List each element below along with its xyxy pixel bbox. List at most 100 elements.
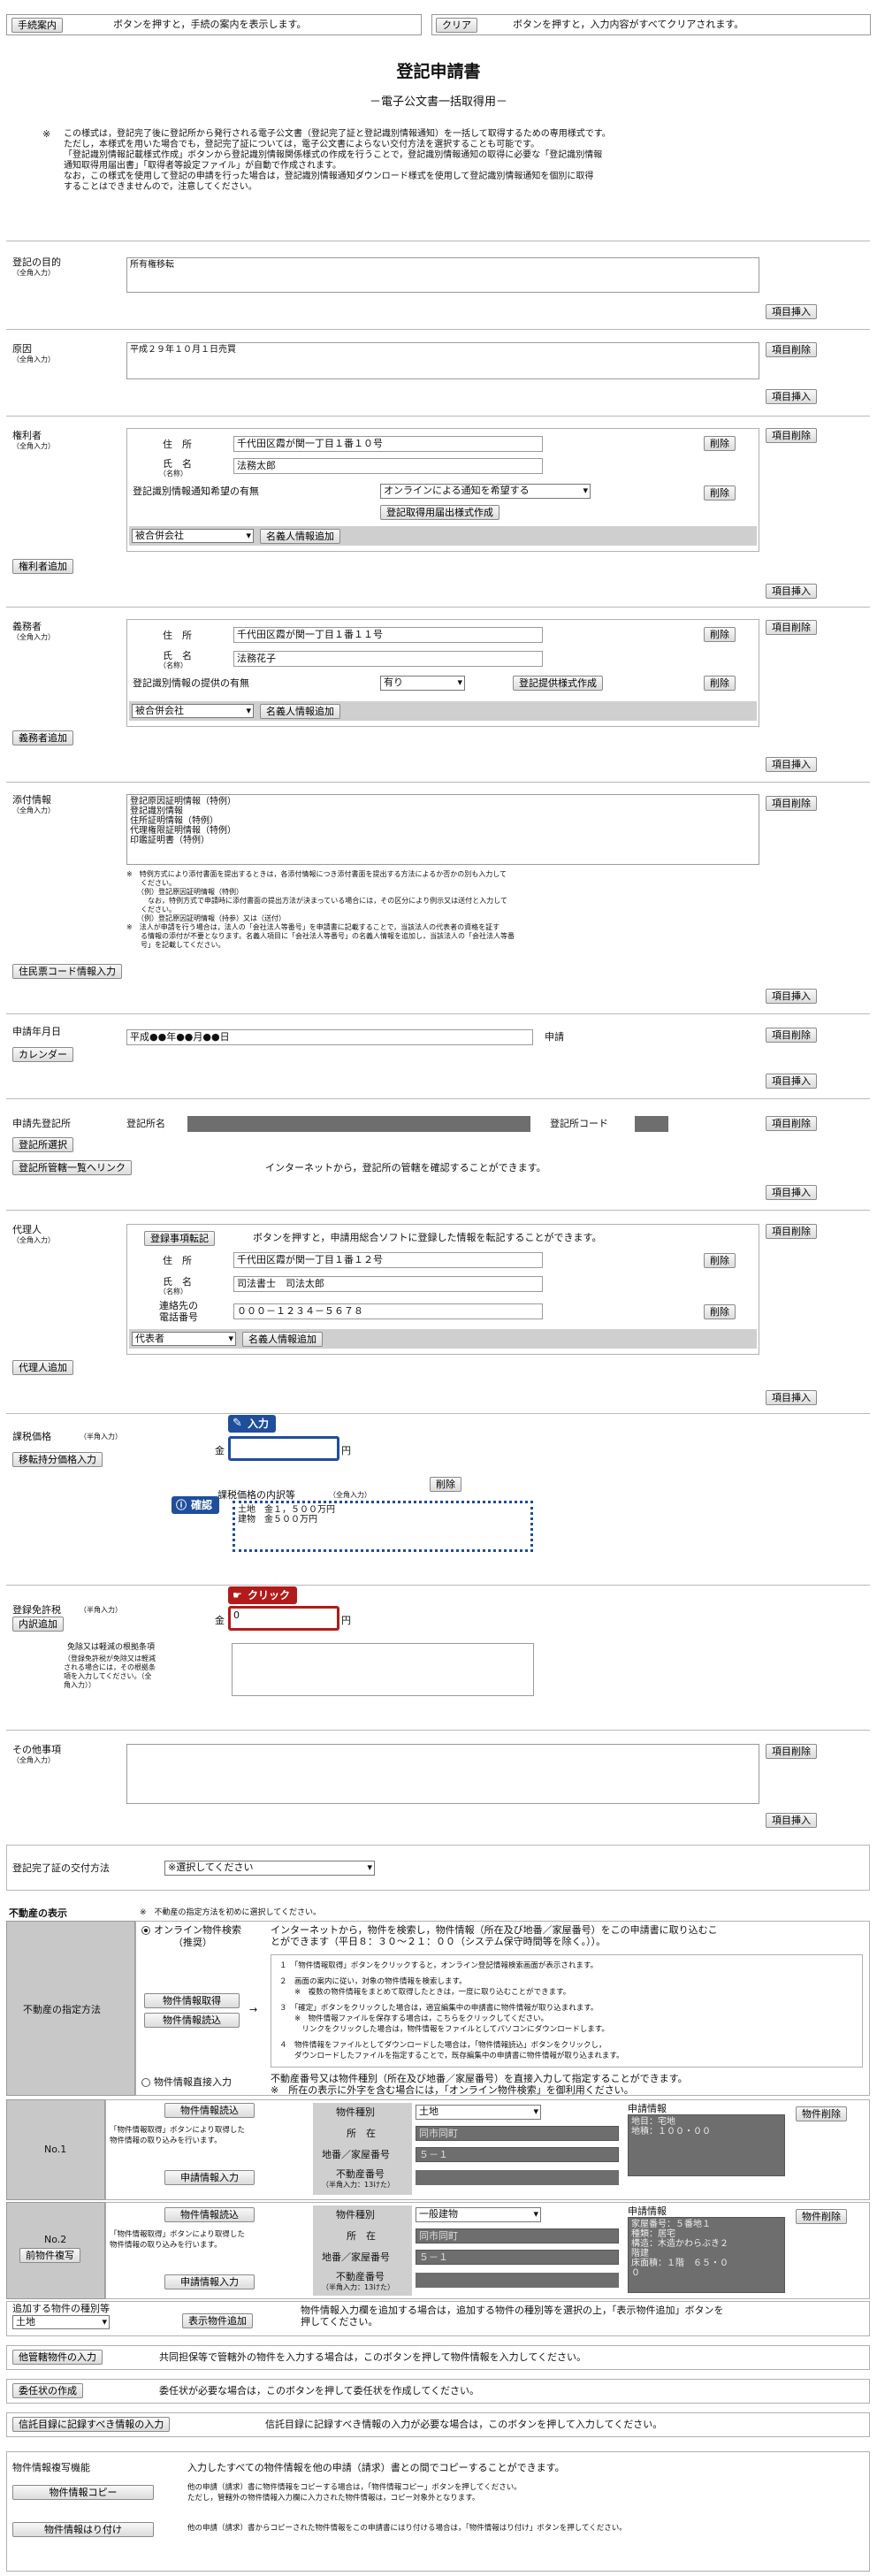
notice-label: 登記識別情報通知希望の有無 [133,485,259,497]
form-create-button[interactable]: 登記提供様式作成 [513,676,603,691]
purpose-textarea[interactable]: 所有権移転 [126,257,759,293]
item-insert-button[interactable]: 項目挿入 [766,304,817,319]
agent-label: 代理人 [12,1224,42,1235]
section-divider [6,1013,870,1014]
item-delete-button[interactable]: 項目削除 [766,1028,817,1043]
notice-select[interactable]: オンラインによる通知を希望する [380,484,591,499]
agent-add-button[interactable]: 代理人追加 [12,1360,73,1375]
delete-button[interactable]: 削除 [430,1477,461,1492]
license-basis-textarea[interactable] [232,1643,534,1696]
delete-button[interactable]: 削除 [704,1304,736,1319]
resident-code-button[interactable]: 住民票コード情報入力 [12,964,122,979]
tel-label: 連絡先の [159,1300,198,1311]
item-insert-button[interactable]: 項目挿入 [766,1074,817,1089]
paste-button[interactable]: 物件情報はり付け [12,2522,154,2537]
item-insert-button[interactable]: 項目挿入 [766,1813,817,1828]
form-create-button[interactable]: 登記取得用届出様式作成 [380,505,500,520]
kind-select[interactable]: 一般建物 [416,2207,541,2222]
obligor-name-input[interactable]: 法務花子 [233,651,543,667]
attachments-textarea[interactable]: 登記原因証明情報（特例） 登記識別情報 住所証明情報（特例） 代理権限証明情報（… [126,794,759,865]
radio-direct[interactable] [141,2078,150,2087]
copy-button[interactable]: 物件情報コピー [12,2485,154,2500]
office-link-button[interactable]: 登記所管轄一覧へリンク [12,1160,132,1175]
tax-value-input[interactable] [228,1436,339,1461]
item-delete-button[interactable]: 項目削除 [766,796,817,811]
date-input[interactable]: 平成●●年●●月●●日 [126,1029,533,1045]
tax-transfer-button[interactable]: 移転持分価格入力 [12,1452,103,1467]
proxy-button[interactable]: 委任状の作成 [12,2383,83,2398]
rightholder-address-input[interactable]: 千代田区霞が関一丁目１番１０号 [233,436,543,452]
load-note: 物件情報の取り込みを行います。 [110,2241,222,2250]
attachments-label: 添付情報 [12,794,51,806]
rightholder-name-input[interactable]: 法務太郎 [233,458,543,474]
rep-select[interactable]: 代表者 [132,1332,236,1346]
obligor-address-input[interactable]: 千代田区霞が関一丁目１番１１号 [233,627,543,643]
guide-text: ボタンを押すと，手続の案内を表示します。 [113,19,307,30]
item-insert-button[interactable]: 項目挿入 [766,584,817,599]
item-insert-button[interactable]: 項目挿入 [766,1390,817,1405]
nominee-add-button[interactable]: 名義人情報追加 [260,529,340,544]
add-kind-select[interactable]: 土地 [12,2315,110,2329]
obligor-add-button[interactable]: 義務者追加 [12,730,73,745]
property-load-button[interactable]: 物件情報読込 [164,2103,255,2118]
item-delete-button[interactable]: 項目削除 [766,428,817,443]
app-info-button[interactable]: 申請情報入力 [164,2170,255,2185]
provide-select[interactable]: 有り [380,676,465,691]
item-insert-button[interactable]: 項目挿入 [766,757,817,772]
merge-select[interactable]: 被合併会社 [132,529,254,543]
radio-online[interactable] [141,1926,150,1935]
item-delete-button[interactable]: 項目削除 [766,342,817,357]
clear-text: ボタンを押すと，入力内容がすべてクリアされます。 [513,19,744,30]
item-insert-button[interactable]: 項目挿入 [766,1185,817,1200]
yen-prefix: 金 [215,1445,225,1456]
item-insert-button[interactable]: 項目挿入 [766,989,817,1004]
agent-address-input[interactable]: 千代田区霞が関一丁目１番１２号 [233,1252,543,1268]
property-delete-button[interactable]: 物件削除 [796,2209,847,2224]
delete-button[interactable]: 削除 [704,485,736,501]
item-delete-button[interactable]: 項目削除 [766,1224,817,1239]
tax-detail-label: 課税価格の内訳等 [217,1489,295,1501]
kind-select[interactable]: 土地 [416,2105,541,2120]
license-value-input[interactable]: 0 [228,1606,339,1631]
delete-button[interactable]: 削除 [704,627,736,642]
item-delete-button[interactable]: 項目削除 [766,620,817,635]
delete-button[interactable]: 削除 [704,1253,736,1268]
address-label: 住 所 [163,439,192,450]
nominee-add-button[interactable]: 名義人情報追加 [260,704,340,719]
delivery-select[interactable]: ※選択してください [164,1861,375,1876]
item-insert-button[interactable]: 項目挿入 [766,389,817,404]
cause-textarea[interactable]: 平成２９年１０月１日売買 [126,342,759,379]
delete-button[interactable]: 削除 [704,436,736,451]
add-property-button[interactable]: 表示物件追加 [182,2313,253,2328]
clear-button[interactable]: クリア [436,18,477,33]
guide-button[interactable]: 手続案内 [11,18,63,33]
step-line: リンクをクリックした場合は，物件情報をファイルとしてパソコンにダウンロードします… [279,2025,609,2034]
other-jurisdiction-button[interactable]: 他管轄物件の入力 [12,2350,103,2365]
office-select-button[interactable]: 登記所選択 [12,1137,73,1152]
merge-select[interactable]: 被合併会社 [132,704,254,718]
item-delete-button[interactable]: 項目削除 [766,1116,817,1131]
property-delete-button[interactable]: 物件削除 [796,2106,847,2121]
property-load-button[interactable]: 物件情報読込 [164,2207,255,2222]
section-divider [6,416,870,417]
direct-text: ※ 所在の表示に外字を含む場合には，「オンライン物件検索」を御利用ください。 [271,2084,634,2096]
license-detail-button[interactable]: 内訳追加 [12,1617,64,1632]
property-get-button[interactable]: 物件情報取得 [144,1993,240,2008]
tax-detail-textarea[interactable]: 土地 金１，５００万円 建物 金５００万円 [233,1501,533,1552]
nominee-add-button[interactable]: 名義人情報追加 [242,1332,323,1347]
transfer-button[interactable]: 登録事項転記 [144,1231,215,1246]
item-delete-button[interactable]: 項目削除 [766,1744,817,1759]
rightholder-add-button[interactable]: 権利者追加 [12,559,73,574]
add-text: 物件情報入力欄を追加する場合は，追加する物件の種別等を選択の上，「表示物件追加」… [301,2305,724,2316]
calendar-button[interactable]: カレンダー [12,1047,73,1062]
agent-tel-input[interactable]: ０００－１２３４－５６７８ [233,1303,543,1319]
app-info-button[interactable]: 申請情報入力 [164,2274,255,2289]
agent-name-input[interactable]: 司法書士 司法太郎 [233,1276,543,1292]
copy-prev-button[interactable]: 前物件複写 [19,2248,80,2263]
property-load-button[interactable]: 物件情報読込 [144,2013,240,2028]
trust-button[interactable]: 信託目録に記録すべき情報の入力 [12,2417,171,2432]
section-divider [6,1585,870,1586]
delete-button[interactable]: 削除 [704,676,736,691]
other-textarea[interactable] [126,1744,759,1804]
info-icon: ⓘ [176,1499,187,1511]
